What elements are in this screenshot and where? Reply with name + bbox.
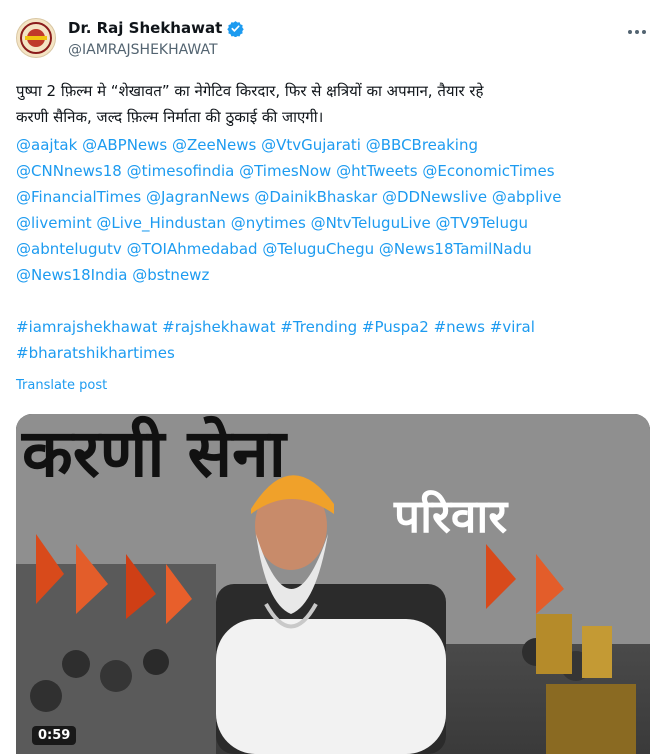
post-body-line-2: करणी सैनिक, जल्द फ़िल्म निर्माता की ठुका… (16, 108, 324, 126)
mentions-block: @aajtak @ABPNews @ZeeNews @VtvGujarati @… (16, 132, 642, 288)
avatar[interactable] (16, 18, 56, 58)
hashtag-link[interactable]: #rajshekhawat (162, 318, 275, 336)
banner-text-mid: परिवार (393, 489, 509, 543)
mention-link[interactable]: @ZeeNews (172, 136, 256, 154)
hashtag-link[interactable]: #viral (490, 318, 535, 336)
mention-link[interactable]: @livemint (16, 214, 92, 232)
post-text: पुष्पा 2 फ़िल्म मे “शेखावत” का नेगेटिव क… (16, 78, 642, 366)
mention-link[interactable]: @News18TamilNadu (379, 240, 532, 258)
video-player[interactable]: करणी सेना परिवार 0:59 (16, 414, 650, 754)
mention-link[interactable]: @bstnewz (132, 266, 209, 284)
mention-link[interactable]: @News18India (16, 266, 127, 284)
video-frame: करणी सेना परिवार (16, 414, 650, 754)
mention-link[interactable]: @DDNewslive (382, 188, 487, 206)
mention-link[interactable]: @aajtak (16, 136, 77, 154)
mention-link[interactable]: @CNNnews18 (16, 162, 122, 180)
author-handle[interactable]: @IAMRAJSHEKHAWAT (68, 42, 218, 58)
verified-badge-icon (227, 20, 244, 37)
mention-link[interactable]: @FinancialTimes (16, 188, 141, 206)
avatar-band (25, 36, 47, 40)
mention-link[interactable]: @EconomicTimes (422, 162, 554, 180)
mention-link[interactable]: @timesofindia (127, 162, 235, 180)
mention-link[interactable]: @abntelugutv (16, 240, 122, 258)
mention-link[interactable]: @VtvGujarati (261, 136, 361, 154)
hashtag-link[interactable]: #Trending (280, 318, 357, 336)
mention-link[interactable]: @abplive (492, 188, 562, 206)
hashtag-link[interactable]: #Puspa2 (362, 318, 429, 336)
translate-post-link[interactable]: Translate post (16, 378, 107, 393)
mention-link[interactable]: @TimesNow (239, 162, 331, 180)
mention-link[interactable]: @DainikBhaskar (254, 188, 377, 206)
mention-link[interactable]: @TV9Telugu (436, 214, 529, 232)
mention-link[interactable]: @TOIAhmedabad (127, 240, 258, 258)
mention-link[interactable]: @Live_Hindustan (96, 214, 226, 232)
mention-link[interactable]: @NtvTeluguLive (311, 214, 431, 232)
post-body-line-1: पुष्पा 2 फ़िल्म मे “शेखावत” का नेगेटिव क… (16, 82, 484, 100)
hashtag-link[interactable]: #news (434, 318, 485, 336)
mention-link[interactable]: @htTweets (336, 162, 418, 180)
hashtags-block: #iamrajshekhawat #rajshekhawat #Trending… (16, 314, 642, 366)
mention-link[interactable]: @ABPNews (82, 136, 167, 154)
video-timestamp: 0:59 (32, 726, 77, 745)
author-display-name[interactable]: Dr. Raj Shekhawat (68, 19, 222, 37)
hashtag-link[interactable]: #iamrajshekhawat (16, 318, 157, 336)
mention-link[interactable]: @TeluguChegu (262, 240, 374, 258)
mention-link[interactable]: @BBCBreaking (366, 136, 478, 154)
post-card[interactable]: Dr. Raj Shekhawat @IAMRAJSHEKHAWAT पुष्प… (0, 0, 658, 754)
mention-link[interactable]: @nytimes (231, 214, 306, 232)
hashtag-link[interactable]: #bharatshikhartimes (16, 344, 175, 362)
banner-text-top: करणी सेना (20, 415, 289, 492)
more-options-icon[interactable] (624, 22, 650, 42)
mention-link[interactable]: @JagranNews (146, 188, 250, 206)
author-name-row: Dr. Raj Shekhawat (68, 19, 244, 37)
